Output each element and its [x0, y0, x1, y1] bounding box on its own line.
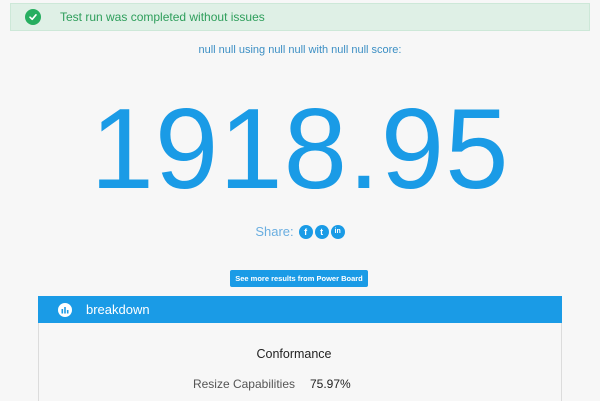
conformance-heading: Conformance	[256, 347, 332, 361]
results-page: Test run was completed without issues nu…	[0, 0, 600, 401]
share-label: Share:	[255, 224, 294, 239]
alert-message: Test run was completed without issues	[60, 10, 265, 24]
success-alert: Test run was completed without issues	[10, 3, 590, 31]
metric-value: 75.97%	[310, 377, 351, 391]
linkedin-icon[interactable]: in	[330, 224, 345, 239]
see-more-results-button[interactable]: See more results from Power Board	[230, 270, 368, 287]
bar-chart-icon	[58, 302, 72, 317]
breakdown-title: breakdown	[86, 302, 150, 317]
share-bar: Share: f t in	[0, 224, 600, 239]
twitter-icon[interactable]: t	[314, 224, 329, 239]
check-circle-icon	[25, 9, 41, 25]
breakdown-header[interactable]: breakdown	[38, 296, 562, 323]
breakdown-panel: breakdown Conformance Resize Capabilitie…	[38, 296, 562, 401]
metric-label: Resize Capabilities	[192, 377, 295, 391]
result-subtitle: null null using null null with null null…	[198, 44, 402, 56]
score-value: 1918.95	[90, 86, 510, 213]
facebook-icon[interactable]: f	[298, 224, 313, 239]
